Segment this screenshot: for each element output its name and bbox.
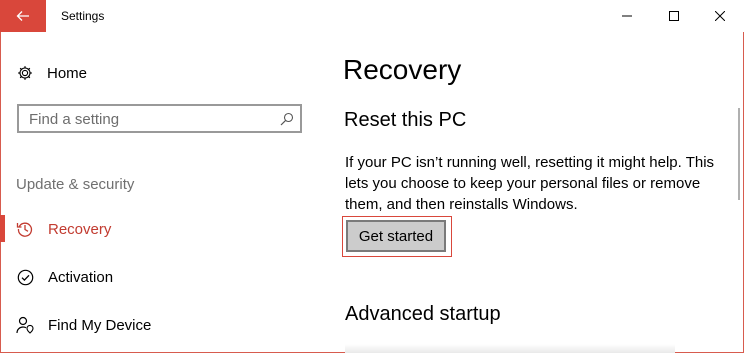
arrow-left-icon [16, 11, 29, 21]
sidebar-item-label: Recovery [48, 220, 112, 238]
reset-pc-description: If your PC isn’t running well, resetting… [345, 154, 715, 213]
section-label-update-security: Update & security [16, 176, 135, 193]
search-input[interactable] [29, 110, 269, 128]
search-icon[interactable] [280, 112, 294, 126]
search-box [17, 104, 302, 133]
maximize-button[interactable] [651, 0, 697, 32]
sidebar-item-find-my-device[interactable]: Find My Device [0, 309, 320, 341]
window-title: Settings [61, 9, 105, 23]
sidebar-item-label: Activation [48, 268, 114, 286]
clipped-content [345, 344, 675, 353]
title-bar: Settings [0, 0, 744, 32]
scrollbar[interactable] [738, 108, 740, 200]
advanced-startup-heading: Advanced startup [345, 303, 501, 325]
sidebar-item-label: Find My Device [48, 316, 152, 334]
close-button[interactable] [697, 0, 743, 32]
page-title: Recovery [343, 54, 462, 85]
history-icon [16, 220, 34, 238]
sidebar-item-label: Home [47, 64, 88, 82]
check-circle-icon [16, 268, 34, 286]
minimize-icon [622, 15, 632, 17]
back-button[interactable] [0, 0, 46, 32]
person-location-icon [16, 316, 34, 334]
gear-icon [16, 64, 34, 82]
minimize-button[interactable] [604, 0, 650, 32]
reset-pc-heading: Reset this PC [344, 109, 467, 131]
maximize-icon [669, 11, 679, 21]
get-started-button[interactable]: Get started [346, 220, 446, 252]
close-icon [715, 11, 725, 21]
sidebar-item-activation[interactable]: Activation [0, 261, 320, 293]
sidebar-item-home[interactable]: Home [0, 57, 320, 89]
sidebar-item-recovery[interactable]: Recovery [0, 213, 320, 245]
